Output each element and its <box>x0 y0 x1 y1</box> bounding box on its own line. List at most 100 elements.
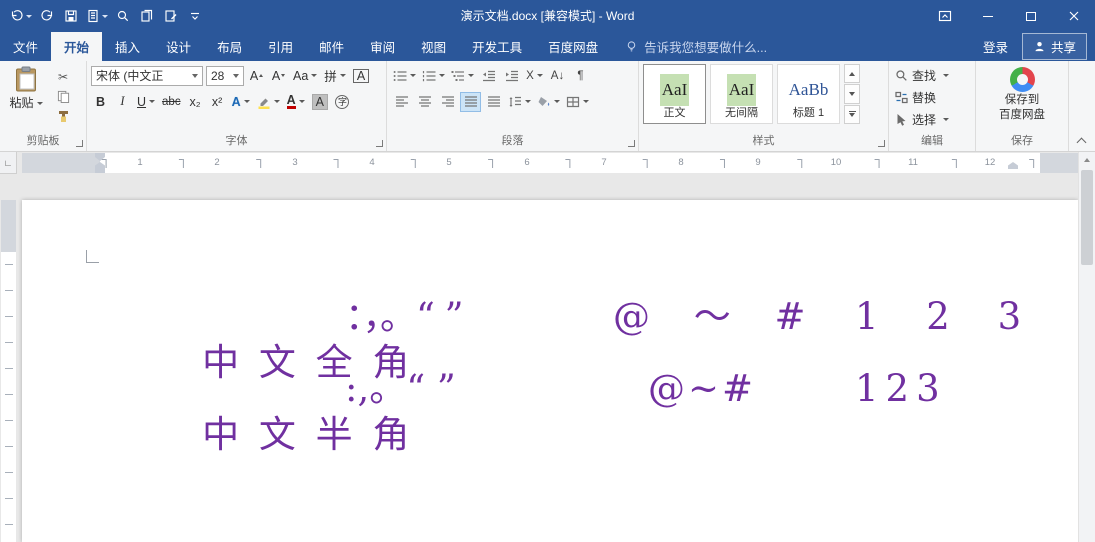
redo-button[interactable] <box>36 4 58 28</box>
styles-group-label: 样式 <box>639 134 888 151</box>
replace-button[interactable]: 替换 <box>893 86 971 108</box>
strikethrough-button[interactable]: abc <box>160 92 183 112</box>
cut-button[interactable]: ✂ <box>51 67 75 86</box>
change-case-button[interactable]: Aa <box>291 66 319 86</box>
subscript-button[interactable]: x₂ <box>186 92 205 112</box>
font-color-button[interactable]: A <box>285 92 307 112</box>
tab-home[interactable]: 开始 <box>51 32 103 61</box>
styles-scroll-down-button[interactable] <box>844 84 860 104</box>
bullets-button[interactable] <box>391 66 418 86</box>
tab-stop-icon: ∟ <box>3 157 13 168</box>
find-button[interactable]: 查找 <box>893 64 971 86</box>
text-effects-button[interactable]: A <box>230 92 252 112</box>
style-card-normal[interactable]: AaI 正文 <box>643 64 706 124</box>
quick-access-toolbar <box>0 4 206 28</box>
tab-stop-selector[interactable]: ∟ <box>0 152 17 174</box>
enclose-characters-button[interactable]: 字 <box>333 92 352 112</box>
scroll-up-button[interactable] <box>1079 152 1095 168</box>
share-button[interactable]: 共享 <box>1021 33 1087 60</box>
align-right-button[interactable] <box>437 92 458 112</box>
select-button[interactable]: 选择 <box>893 108 971 130</box>
tab-insert[interactable]: 插入 <box>102 32 153 61</box>
tab-mailings[interactable]: 邮件 <box>306 32 357 61</box>
collapse-ribbon-button[interactable] <box>1073 135 1089 148</box>
edit-document-button[interactable] <box>160 4 182 28</box>
increase-indent-button[interactable] <box>501 66 522 86</box>
numbering-button[interactable] <box>420 66 447 86</box>
horizontal-ruler[interactable]: 1 2 3 4 5 6 7 8 9 10 11 12 <box>17 153 1078 173</box>
align-center-button[interactable] <box>414 92 435 112</box>
style-card-no-spacing[interactable]: AaI 无间隔 <box>710 64 773 124</box>
decrease-indent-button[interactable] <box>478 66 499 86</box>
font-name-select[interactable]: 宋体 (中文正 <box>91 65 203 86</box>
tab-review[interactable]: 审阅 <box>357 32 408 61</box>
paragraph-dialog-launcher[interactable] <box>628 140 635 147</box>
minimize-button[interactable] <box>966 0 1009 32</box>
shading-button[interactable] <box>535 92 562 112</box>
tab-baidu-pan[interactable]: 百度网盘 <box>535 32 611 61</box>
share-label: 共享 <box>1050 41 1076 55</box>
close-button[interactable] <box>1052 0 1095 32</box>
editing-group-label: 编辑 <box>921 135 943 147</box>
styles-scroll-up-button[interactable] <box>844 64 860 84</box>
new-window-button[interactable] <box>136 4 158 28</box>
asian-layout-button[interactable]: X <box>524 66 545 86</box>
document-workspace: ∟ 1 2 3 4 5 6 7 8 9 10 11 12 中 文 全 角 ：，。… <box>0 152 1095 542</box>
tab-references[interactable]: 引用 <box>255 32 306 61</box>
justify-button[interactable] <box>460 91 481 112</box>
save-to-baidu-button[interactable]: 保存到 百度网盘 <box>980 64 1064 122</box>
vertical-ruler[interactable] <box>0 174 17 542</box>
line-spacing-button[interactable] <box>506 92 533 112</box>
customize-qat-button[interactable] <box>184 4 206 28</box>
tab-developer[interactable]: 开发工具 <box>459 32 535 61</box>
document-page[interactable]: 中 文 全 角 ：，。“ ” @ ～ # 1 2 3 中 文 半 角 :,。“ … <box>22 200 1078 542</box>
outdent-icon <box>482 70 495 81</box>
style-card-heading1[interactable]: AaBb 标题 1 <box>777 64 840 124</box>
maximize-button[interactable] <box>1009 0 1052 32</box>
distribute-button[interactable] <box>483 92 504 112</box>
ribbon-home: 粘贴 ✂ 剪贴板 宋体 (中文正 28 A A Aa 拼 A B I U abc… <box>0 61 1095 152</box>
style-preview: AaBb <box>788 80 829 99</box>
grow-font-button[interactable]: A <box>247 66 266 86</box>
character-shading-button[interactable]: A <box>310 92 330 112</box>
styles-dialog-launcher[interactable] <box>878 140 885 147</box>
undo-button[interactable] <box>8 4 34 28</box>
align-left-button[interactable] <box>391 92 412 112</box>
sort-button[interactable]: A↓ <box>547 66 568 86</box>
tab-layout[interactable]: 布局 <box>204 32 255 61</box>
tab-design[interactable]: 设计 <box>153 32 204 61</box>
line-spacing-icon <box>509 96 521 107</box>
borders-button[interactable] <box>564 92 591 112</box>
phonetic-guide-button[interactable]: 拼 <box>322 66 348 86</box>
paste-button[interactable]: 粘贴 <box>4 64 48 134</box>
shrink-font-button[interactable]: A <box>269 66 288 86</box>
tell-me-box[interactable]: 告诉我您想要做什么... <box>625 32 767 61</box>
scrollbar-thumb[interactable] <box>1081 170 1093 265</box>
left-indent-marker[interactable] <box>95 169 105 173</box>
font-size-select[interactable]: 28 <box>206 65 244 86</box>
show-hide-marks-button[interactable]: ¶ <box>570 66 591 86</box>
document-line-fullwidth[interactable]: 中 文 全 角 ：，。“ ” @ ～ # 1 2 3 <box>108 294 1021 384</box>
styles-more-button[interactable] <box>844 104 860 124</box>
multilevel-list-button[interactable] <box>449 66 476 86</box>
copy-button[interactable] <box>51 87 75 106</box>
clipboard-dialog-launcher[interactable] <box>76 140 83 147</box>
save-button[interactable] <box>60 4 82 28</box>
ruler-left-margin <box>22 153 100 173</box>
tab-view[interactable]: 视图 <box>408 32 459 61</box>
sign-in-link[interactable]: 登录 <box>969 32 1022 61</box>
underline-button[interactable]: U <box>135 92 157 112</box>
italic-button[interactable]: I <box>113 92 132 112</box>
vertical-scrollbar[interactable] <box>1078 152 1095 542</box>
highlight-color-button[interactable] <box>255 92 282 112</box>
superscript-button[interactable]: x² <box>208 92 227 112</box>
character-border-button[interactable]: A <box>351 66 371 86</box>
bold-button[interactable]: B <box>91 92 110 112</box>
find-button[interactable] <box>112 4 134 28</box>
document-line-halfwidth[interactable]: 中 文 半 角 :,。“ ” @~# 123 <box>108 366 940 456</box>
ribbon-display-options-button[interactable] <box>923 0 966 32</box>
tab-file[interactable]: 文件 <box>0 32 51 61</box>
quick-print-button[interactable] <box>84 4 110 28</box>
font-dialog-launcher[interactable] <box>376 140 383 147</box>
format-painter-button[interactable] <box>51 107 75 126</box>
